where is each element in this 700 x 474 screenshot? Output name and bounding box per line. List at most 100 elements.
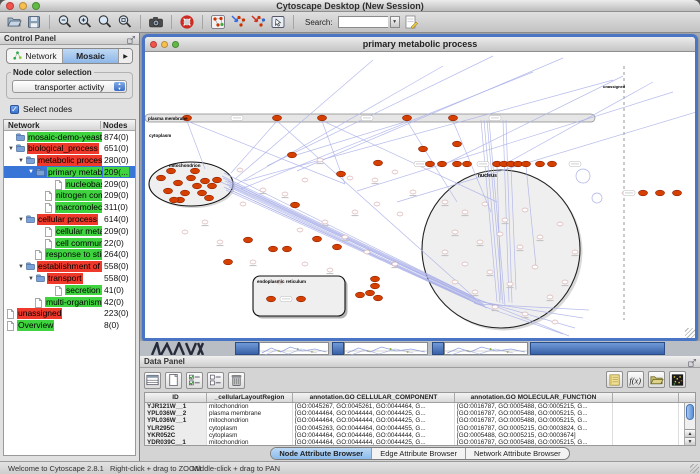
orange-node[interactable] (514, 161, 523, 167)
tab-mosaic[interactable]: Mosaic (63, 49, 119, 63)
column-header[interactable] (613, 393, 679, 402)
white-node[interactable] (552, 320, 558, 324)
orange-node[interactable] (167, 168, 176, 174)
orange-node[interactable] (366, 290, 375, 296)
white-node[interactable] (532, 265, 538, 269)
white-node[interactable] (250, 260, 256, 264)
orange-node[interactable] (673, 190, 682, 196)
net-close-button[interactable] (150, 41, 157, 48)
white-node[interactable] (462, 262, 468, 266)
column-header[interactable]: annotation.GO MOLECULAR_FUNCTION (455, 393, 613, 402)
white-node[interactable] (517, 245, 523, 249)
tree-row[interactable]: ▼biological_process651(0) (4, 143, 135, 155)
orange-node[interactable] (170, 197, 179, 203)
background-window-titlebar-fragment[interactable] (432, 342, 444, 355)
zoom-fit-icon[interactable] (116, 13, 134, 31)
tree-row[interactable]: ▼transport558(0) (4, 273, 135, 285)
import-attributes-icon[interactable] (648, 371, 665, 388)
tree-row[interactable]: ▼primary metabo209(... (4, 166, 135, 178)
orange-node[interactable] (187, 175, 196, 181)
orange-node[interactable] (548, 161, 557, 167)
tab-network[interactable]: Network (7, 49, 63, 63)
scroll-up-icon[interactable]: ▲ (685, 429, 695, 437)
background-window-fragment[interactable] (444, 342, 528, 355)
orange-node[interactable] (208, 183, 217, 189)
orange-node[interactable] (419, 146, 428, 152)
orange-node[interactable] (191, 168, 200, 174)
white-node[interactable] (487, 270, 493, 274)
tree-row[interactable]: multi-organism pro42(0) (4, 296, 135, 308)
zoom-in-icon[interactable] (76, 13, 94, 31)
white-node[interactable] (327, 268, 333, 272)
selection-box-icon[interactable] (269, 13, 287, 31)
white-node[interactable] (297, 228, 303, 232)
dropdown-stepper-icon[interactable]: ▲▼ (114, 82, 125, 91)
tree-row[interactable]: macromolecule311(0) (4, 202, 135, 214)
white-node[interactable] (522, 312, 528, 316)
orange-node[interactable] (536, 161, 545, 167)
search-dropdown-icon[interactable]: ▼ (390, 16, 400, 28)
white-node[interactable] (347, 176, 353, 180)
white-node[interactable] (260, 188, 266, 192)
white-node[interactable] (537, 235, 543, 239)
table-row[interactable]: YPL036W__2plasma membrane[GO:0044464, GO… (145, 410, 695, 417)
save-icon[interactable] (25, 13, 43, 31)
tree-row[interactable]: cell communicat22(0) (4, 237, 135, 249)
attribute-table-icon[interactable] (144, 372, 161, 389)
orange-node[interactable] (193, 183, 202, 189)
tree-row[interactable]: nitrogen compo209(0) (4, 190, 135, 202)
network-canvas[interactable]: plasma membranecytoplasmmitochondrionnuc… (145, 52, 695, 338)
disclosure-triangle-icon[interactable]: ▼ (28, 275, 34, 283)
orange-node[interactable] (639, 190, 648, 196)
table-row[interactable]: YKR052Ccytoplasm[GO:0044464, GO:0044446,… (145, 432, 695, 439)
table-scrollbar[interactable]: ▲▼ (684, 403, 695, 445)
orange-node[interactable] (157, 175, 166, 181)
tree-row[interactable]: Overview8(0) (4, 320, 135, 332)
background-window-titlebar-fragment[interactable] (530, 342, 665, 355)
orange-node[interactable] (174, 180, 183, 186)
white-node[interactable] (557, 222, 563, 226)
tab-overflow-arrow[interactable]: ▶ (119, 49, 132, 63)
white-node[interactable] (352, 210, 358, 214)
orange-node[interactable] (313, 236, 322, 242)
white-node[interactable] (342, 235, 348, 239)
tree-row[interactable]: ▼cellular process614(0) (4, 214, 135, 226)
orange-node[interactable] (205, 195, 214, 201)
zoom-selected-icon[interactable] (96, 13, 114, 31)
orange-node[interactable] (201, 178, 210, 184)
white-node[interactable] (302, 262, 308, 266)
orange-node[interactable] (403, 115, 412, 121)
background-window-fragment[interactable] (344, 342, 428, 355)
network-modify-red-icon[interactable] (249, 13, 267, 31)
net-zoom-button[interactable] (172, 41, 179, 48)
orange-node[interactable] (438, 161, 447, 167)
orange-node[interactable] (288, 152, 297, 158)
orange-node[interactable] (463, 161, 472, 167)
white-node[interactable] (452, 280, 458, 284)
white-node[interactable] (202, 220, 208, 224)
orange-node[interactable] (273, 115, 282, 121)
disclosure-triangle-icon[interactable]: ▼ (18, 216, 24, 224)
white-node[interactable] (392, 262, 398, 266)
white-node[interactable] (374, 202, 380, 206)
white-node[interactable] (472, 290, 478, 294)
tab-edge-attribute-browser[interactable]: Edge Attribute Browser (372, 448, 466, 459)
white-node[interactable] (452, 230, 458, 234)
orange-node[interactable] (449, 115, 458, 121)
orange-node[interactable] (291, 202, 300, 208)
disclosure-triangle-icon[interactable]: ▼ (18, 157, 24, 165)
attribute-editor-icon[interactable] (402, 13, 420, 31)
float-panel-icon[interactable] (127, 35, 136, 43)
desktop-logo-fragment[interactable] (150, 342, 230, 355)
tree-row[interactable]: response to stimul264(0) (4, 249, 135, 261)
white-node[interactable] (502, 218, 508, 222)
orange-node[interactable] (371, 283, 380, 289)
white-node[interactable] (497, 232, 503, 236)
white-node[interactable] (507, 282, 513, 286)
background-window-titlebar-fragment[interactable] (235, 342, 259, 355)
snapshot-camera-icon[interactable] (147, 13, 165, 31)
node-color-dropdown[interactable]: transporter activity ▲▼ (12, 80, 127, 93)
search-input[interactable] (338, 16, 388, 28)
orange-node[interactable] (356, 292, 365, 298)
table-row[interactable]: YPL036W__1mitochondrion[GO:0044464, GO:0… (145, 417, 695, 424)
